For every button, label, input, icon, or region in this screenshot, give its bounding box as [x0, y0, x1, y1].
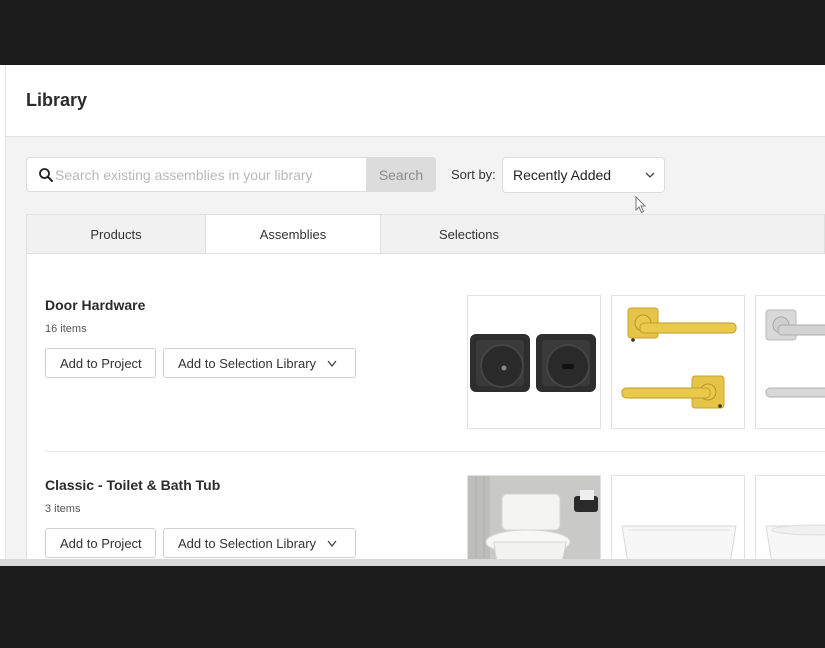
product-thumbnail[interactable] — [467, 295, 601, 429]
sort-select[interactable]: Recently Added — [502, 157, 665, 193]
chevron-down-icon — [645, 172, 655, 178]
search-button[interactable]: Search — [366, 157, 436, 192]
search-box[interactable] — [26, 157, 366, 192]
nickel-levers-image — [765, 309, 825, 398]
search-bar: Search — [26, 157, 436, 192]
black-privacy-knobs-image — [470, 334, 596, 392]
tab-assemblies[interactable]: Assemblies — [205, 215, 381, 255]
sort-selected-value: Recently Added — [513, 167, 612, 183]
letterbox-bottom — [0, 566, 825, 648]
bathtub-image — [765, 524, 825, 559]
product-thumbnail[interactable] — [755, 475, 825, 559]
add-to-selection-library-label: Add to Selection Library — [178, 535, 317, 551]
add-to-project-button[interactable]: Add to Project — [45, 348, 156, 378]
row-divider — [45, 451, 825, 452]
page-header: Library — [6, 65, 825, 137]
chevron-down-icon — [327, 540, 337, 548]
assembly-name: Door Hardware — [45, 297, 146, 313]
search-input[interactable] — [55, 159, 361, 190]
tab-selections[interactable]: Selections — [381, 215, 557, 254]
assembly-count: 16 items — [45, 323, 87, 335]
chevron-down-icon — [327, 360, 337, 368]
product-thumbnail[interactable] — [755, 295, 825, 429]
library-tabs: Products Assemblies Selections — [26, 214, 825, 255]
assembly-name: Classic - Toilet & Bath Tub — [45, 477, 221, 493]
page-title: Library — [26, 90, 88, 110]
mouse-cursor-icon — [635, 196, 647, 214]
toilet-photo-image — [468, 476, 600, 559]
assemblies-panel: Door Hardware 16 items Add to Project Ad… — [26, 253, 825, 559]
add-to-project-button[interactable]: Add to Project — [45, 528, 156, 558]
bathtub-image — [621, 525, 737, 559]
letterbox-top — [0, 0, 825, 65]
product-thumbnail[interactable] — [611, 475, 745, 559]
brass-levers-image — [621, 307, 737, 409]
product-thumbnail[interactable] — [467, 475, 601, 559]
add-to-selection-library-label: Add to Selection Library — [178, 355, 317, 371]
left-rail — [0, 65, 6, 559]
search-icon — [39, 168, 53, 182]
bottom-scroll-strip — [0, 559, 825, 566]
add-to-selection-library-button[interactable]: Add to Selection Library — [163, 528, 356, 558]
add-to-selection-library-button[interactable]: Add to Selection Library — [163, 348, 356, 378]
tab-products[interactable]: Products — [27, 215, 205, 254]
sort-label: Sort by: — [451, 167, 496, 182]
library-app: Library Search Sort by: Recently Added P… — [0, 65, 825, 559]
product-thumbnail[interactable] — [611, 295, 745, 429]
assembly-count: 3 items — [45, 503, 81, 515]
